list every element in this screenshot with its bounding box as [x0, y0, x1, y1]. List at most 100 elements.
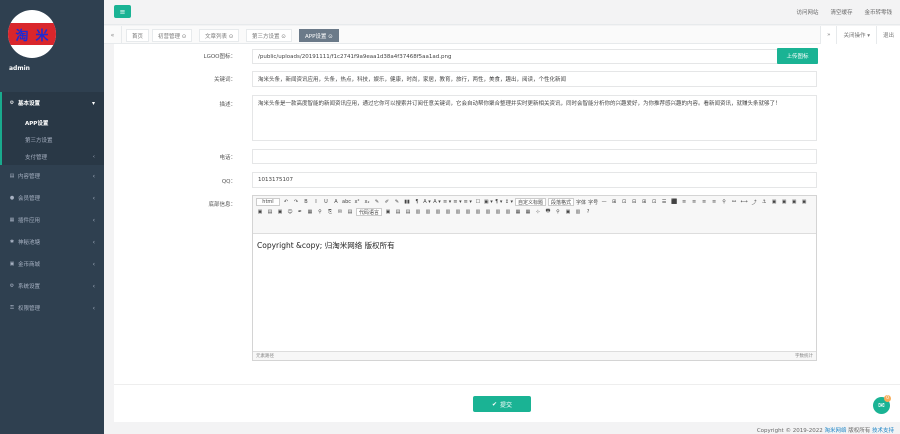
clear-cache-link[interactable]: 清空缓存 — [830, 8, 852, 16]
phone-input[interactable] — [252, 149, 817, 164]
menu-toggle-button[interactable]: ≡ — [114, 5, 131, 18]
editor-tool-button[interactable]: ▣ — [790, 198, 798, 206]
editor-tool-button[interactable]: ✎ — [393, 198, 401, 206]
editor-tool-button[interactable]: ▣ — [276, 208, 284, 216]
editor-tool-button[interactable]: ? — [584, 208, 592, 216]
editor-tool-button[interactable]: ▣ — [780, 198, 788, 206]
sidebar-item-members[interactable]: ● 会员管理 ‹ — [0, 187, 104, 209]
editor-tool-button[interactable]: — — [600, 198, 608, 206]
logout-button[interactable]: 退出 — [875, 26, 900, 44]
editor-tool-button[interactable]: ⊟ — [630, 198, 638, 206]
editor-tool-button[interactable]: 自定义标题 — [515, 198, 547, 206]
editor-tool-button[interactable]: 字号 — [588, 198, 598, 206]
sidebar-subitem-third-party[interactable]: 第三方设置 — [2, 131, 104, 148]
editor-tool-button[interactable]: ⊞ — [640, 198, 648, 206]
sidebar-item-coin-mall[interactable]: ▣ 金币商城 ‹ — [0, 253, 104, 275]
editor-tool-button[interactable]: ✉ — [336, 208, 344, 216]
editor-tool-button[interactable]: ▮▮ — [403, 198, 411, 206]
qq-input[interactable]: 1013175107 — [252, 172, 817, 188]
editor-tool-button[interactable]: ▣ — [770, 198, 778, 206]
editor-tool-button[interactable]: ▥ — [574, 208, 582, 216]
company-link[interactable]: 淘米网络 — [824, 428, 846, 434]
editor-tool-button[interactable]: ≡ — [700, 198, 708, 206]
tab-home[interactable]: 首页 — [126, 29, 150, 42]
editor-tool-button[interactable]: U — [322, 198, 330, 206]
tab-initial-management[interactable]: 初营管理 ⊙ — [152, 29, 193, 42]
editor-tool-button[interactable]: ✎ — [373, 198, 381, 206]
editor-tool-button[interactable]: ▣ — [384, 208, 392, 216]
visit-site-link[interactable]: 访问网站 — [796, 8, 818, 16]
editor-tool-button[interactable]: 段落格式 — [548, 198, 575, 206]
sidebar-item-permissions[interactable]: ⚿ 权限管理 ‹ — [0, 297, 104, 319]
sidebar-item-mystery-pond[interactable]: ✱ 神秘池塘 ‹ — [0, 231, 104, 253]
user-name[interactable]: admin — [9, 65, 30, 72]
keywords-input[interactable]: 淘米头条，新闻资讯应用，头条，热点，科技，娱乐，健康，时尚，家居，教育，旅行，两… — [252, 71, 817, 87]
close-actions-dropdown[interactable]: 关闭操作 ▾ — [836, 26, 876, 44]
editor-tool-button[interactable]: 🖶 — [544, 208, 552, 216]
editor-tool-button[interactable]: ▥ — [454, 208, 462, 216]
editor-tool-button[interactable]: ⊹ — [534, 208, 542, 216]
editor-tool-button[interactable]: ▦ — [524, 208, 532, 216]
editor-tool-button[interactable]: ▤ — [404, 208, 412, 216]
editor-tool-button[interactable]: A ▾ — [433, 198, 441, 206]
sidebar-item-plugins[interactable]: ▦ 插件应用 ‹ — [0, 209, 104, 231]
editor-tool-button[interactable]: ☐ — [474, 198, 482, 206]
editor-tool-button[interactable]: ↶ — [282, 198, 290, 206]
editor-tool-button[interactable]: ⬛ — [670, 198, 678, 206]
editor-tool-button[interactable]: ≡ ▾ — [464, 198, 472, 206]
editor-tool-button[interactable]: ¶ ▾ — [495, 198, 503, 206]
editor-tool-button[interactable]: ▥ — [414, 208, 422, 216]
tab-app-settings[interactable]: APP设置 ⊙ — [299, 29, 339, 42]
editor-tool-button[interactable]: ▤ — [266, 208, 274, 216]
editor-tool-button[interactable]: ☺ — [286, 208, 294, 216]
editor-tool-button[interactable]: ⚲ — [554, 208, 562, 216]
editor-tool-button[interactable]: ⊞ — [610, 198, 618, 206]
editor-tool-button[interactable]: ▤ — [346, 208, 354, 216]
editor-tool-button[interactable]: ▣ — [800, 198, 808, 206]
editor-tool-button[interactable]: ⊡ — [650, 198, 658, 206]
editor-tool-button[interactable]: ▥ — [424, 208, 432, 216]
tab-article-list[interactable]: 文章列表 ⊙ — [199, 29, 240, 42]
editor-tool-button[interactable]: abc — [342, 198, 351, 206]
sidebar-subitem-payment[interactable]: 支付管理 ‹ — [2, 148, 104, 165]
editor-tool-button[interactable]: ☰ — [660, 198, 668, 206]
tabs-prev-button[interactable]: « — [104, 26, 122, 44]
editor-tool-button[interactable]: ≡ ▾ — [443, 198, 451, 206]
upload-icon-button[interactable]: 上传图标 — [777, 48, 818, 64]
editor-tool-button[interactable]: ▦ — [514, 208, 522, 216]
editor-tool-button[interactable]: ▥ — [484, 208, 492, 216]
editor-tool-button[interactable]: ✐ — [383, 198, 391, 206]
editor-tool-button[interactable]: ⟷ — [740, 198, 748, 206]
editor-tool-button[interactable]: ▣ — [564, 208, 572, 216]
editor-tool-button[interactable]: ▥ — [494, 208, 502, 216]
editor-content[interactable]: Copyright &copy; 归淘米网络 版权所有 — [253, 234, 816, 346]
editor-tool-button[interactable]: A ▾ — [423, 198, 431, 206]
editor-tool-button[interactable]: x² — [353, 198, 361, 206]
tab-third-party-settings[interactable]: 第三方设置 ⊙ — [246, 29, 292, 42]
description-textarea[interactable]: 淘米头条是一款高度智能的新闻资讯应用，通过它你可以搜索并订阅任意关键词，它会自动… — [252, 95, 817, 141]
editor-tool-button[interactable]: ▣ — [256, 208, 264, 216]
coin-exchange-link[interactable]: 金币转零钱 — [864, 8, 892, 16]
editor-tool-button[interactable]: ≡ ▾ — [453, 198, 461, 206]
editor-tool-button[interactable]: ⤴ — [750, 198, 758, 206]
tabs-next-button[interactable]: » — [820, 26, 837, 44]
submit-button[interactable]: ✔ 提交 — [473, 396, 531, 412]
editor-tool-button[interactable]: ≡ — [680, 198, 688, 206]
editor-tool-button[interactable]: 代码语言 — [356, 208, 383, 216]
sidebar-item-system[interactable]: ⚙ 系统设置 ‹ — [0, 275, 104, 297]
editor-tool-button[interactable]: ▥ — [444, 208, 452, 216]
sidebar-subitem-app-settings[interactable]: APP设置 — [2, 114, 104, 131]
editor-tool-button[interactable]: ▥ — [464, 208, 472, 216]
editor-tool-button[interactable]: ▥ — [504, 208, 512, 216]
sidebar-item-content[interactable]: ▤ 内容管理 ‹ — [0, 165, 104, 187]
editor-tool-button[interactable]: ⊡ — [620, 198, 628, 206]
editor-tool-button[interactable]: ↷ — [292, 198, 300, 206]
editor-tool-button[interactable]: ≡ — [710, 198, 718, 206]
editor-tool-button[interactable]: ▥ — [434, 208, 442, 216]
editor-tool-button[interactable]: ▦ — [306, 208, 314, 216]
editor-tool-button[interactable]: ▥ — [474, 208, 482, 216]
editor-tool-button[interactable]: 字体 — [576, 198, 586, 206]
editor-tool-button[interactable]: ↕ ▾ — [505, 198, 513, 206]
editor-tool-button[interactable]: ⚯ — [730, 198, 738, 206]
support-link[interactable]: 技术支持 — [872, 428, 894, 434]
